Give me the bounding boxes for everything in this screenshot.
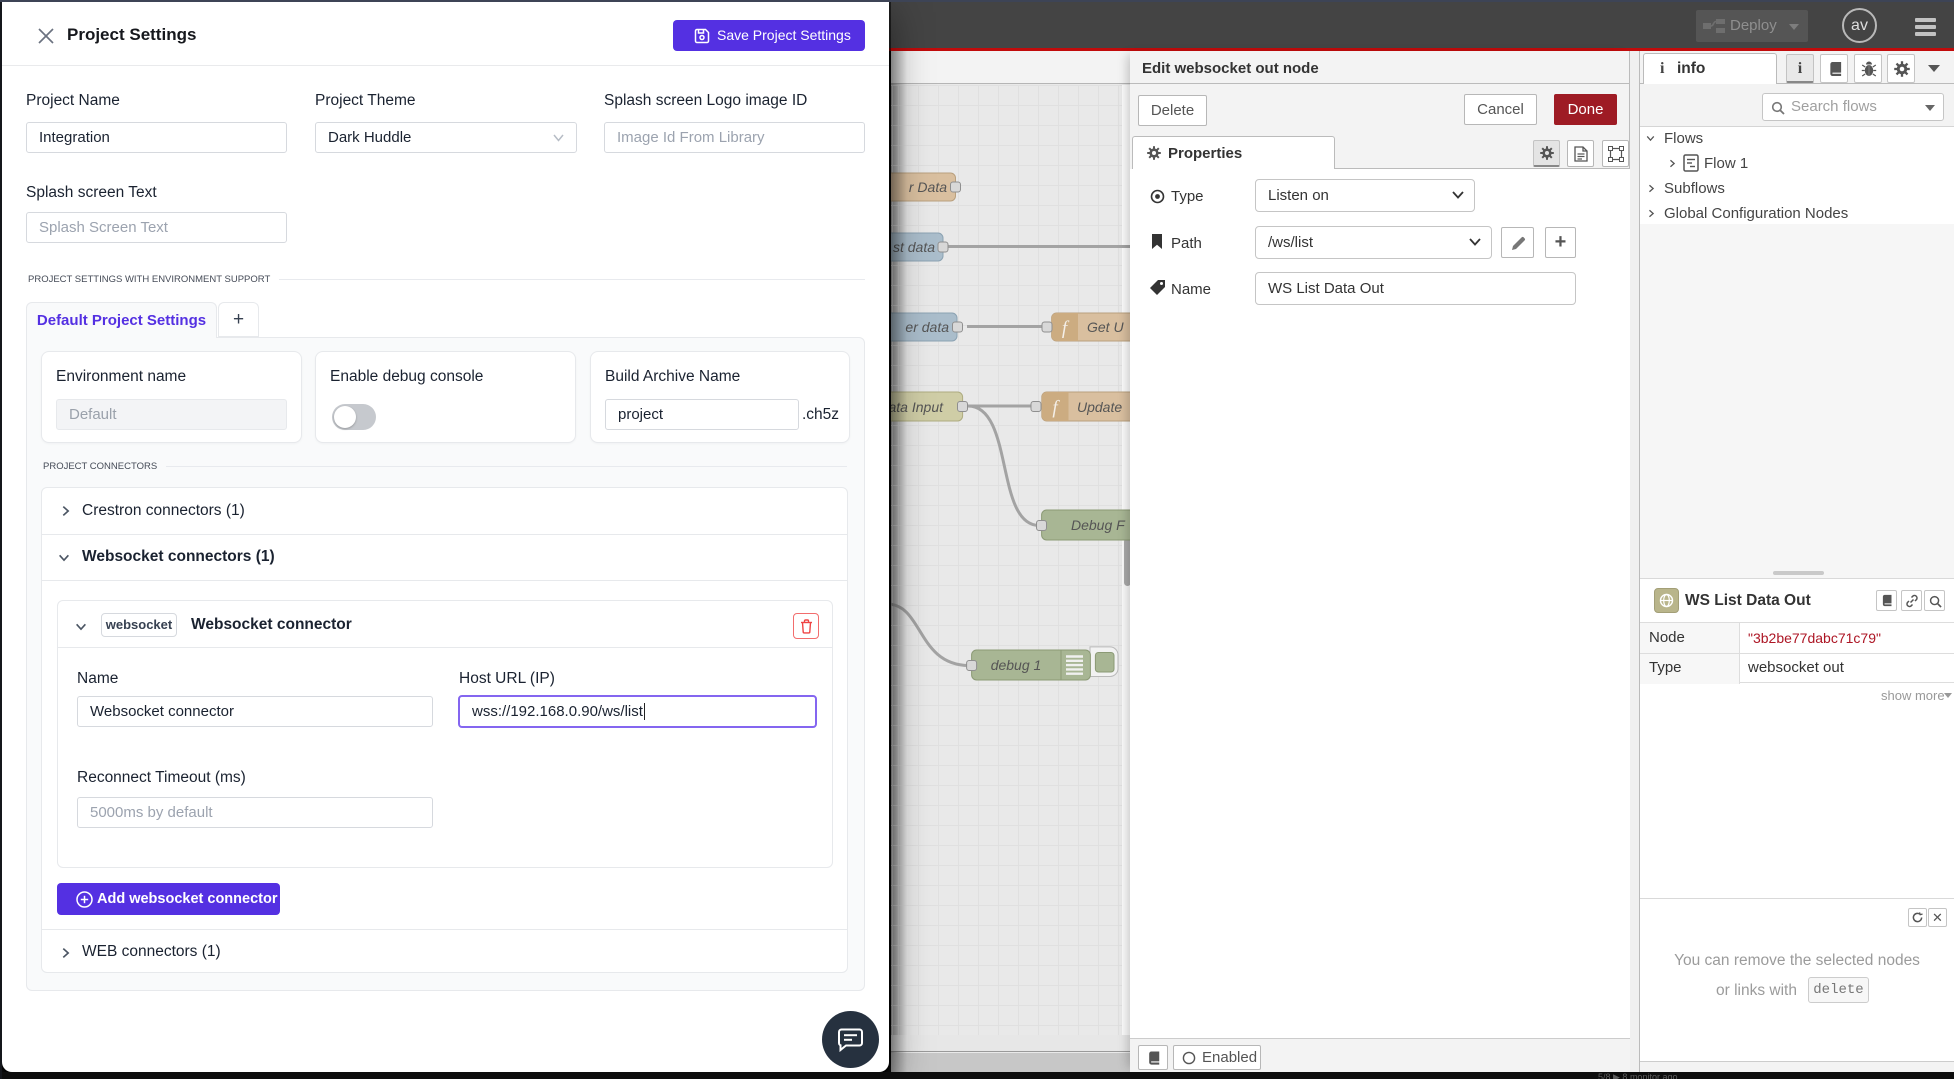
- svg-text:er data: er data: [905, 319, 949, 335]
- svg-text:debug 1: debug 1: [991, 657, 1042, 673]
- svg-text:Update: Update: [1077, 399, 1122, 415]
- svg-text:Debug F: Debug F: [1071, 517, 1126, 533]
- svg-text:Get U: Get U: [1087, 319, 1124, 335]
- svg-text:r Data: r Data: [909, 179, 947, 195]
